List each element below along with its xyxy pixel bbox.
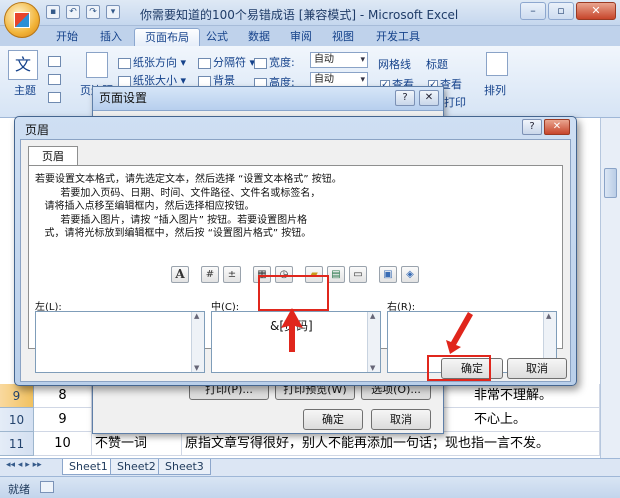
cell[interactable]: 不心上。 [474,408,600,432]
tab-view[interactable]: 视图 [322,28,364,46]
page-setup-cancel-button[interactable]: 取消 [371,409,431,430]
theme-fonts-icon[interactable] [48,72,63,85]
status-ready: 就绪 [8,483,30,496]
cell[interactable]: 8 [34,384,92,408]
customize-qat-icon[interactable]: ▾ [106,5,120,19]
breaks-button[interactable]: 分隔符 ▾ [198,54,255,70]
sheet-tab-1[interactable]: Sheet1 [62,459,115,475]
annotation-box-ok [427,355,491,381]
header-help-button[interactable]: ? [522,119,542,135]
margins-icon[interactable] [86,52,108,78]
header-cancel-button[interactable]: 取消 [507,358,567,379]
theme-effects-icon[interactable] [48,90,63,103]
tab-header[interactable]: 页眉 [28,146,78,166]
window-controls: – ▫ ✕ [520,2,616,20]
themes-label[interactable]: 主题 [14,82,36,98]
row-header[interactable]: 11 [0,432,34,456]
row-header[interactable]: 9 [0,384,34,408]
breaks-icon [198,57,211,69]
sheet-nav-icon[interactable]: ◂◂ ◂ ▸ ▸▸ [6,460,42,470]
arrange-icon[interactable] [486,52,508,76]
redo-icon[interactable]: ↷ [86,5,100,19]
vertical-scrollbar[interactable] [600,118,620,458]
window-title: 你需要知道的100个易错成语 [兼容模式] - Microsoft Excel [140,8,459,22]
format-picture-icon[interactable]: ◈ [401,266,419,283]
office-button[interactable] [4,2,40,38]
cell[interactable]: 非常不理解。 [474,384,600,408]
macro-record-icon[interactable] [40,481,54,493]
page-count-icon[interactable]: ± [223,266,241,283]
scrollbar-thumb[interactable] [604,168,617,198]
tab-data[interactable]: 数据 [238,28,280,46]
quick-access-toolbar: ▪ ↶ ↷ ▾ [46,5,120,19]
size-icon [118,75,131,87]
instructions-text: 若要设置文本格式，请先选定文本，然后选择 “设置文本格式” 按钮。 若要加入页码… [35,174,342,239]
center-section-scrollbar[interactable] [367,312,380,372]
width-icon [254,57,267,69]
sheet-name-icon[interactable]: ▭ [349,266,367,283]
tab-home[interactable]: 开始 [46,28,88,46]
cell[interactable]: 不赞一词 [92,432,182,456]
close-button[interactable]: ✕ [576,2,616,20]
page-setup-ok-button[interactable]: 确定 [303,409,363,430]
theme-colors-icon[interactable] [48,54,63,67]
annotation-arrow-up-icon [281,308,303,352]
save-icon[interactable]: ▪ [46,5,60,19]
minimize-button[interactable]: – [520,2,546,20]
left-section-input[interactable] [35,311,205,373]
office-logo-icon [14,12,30,28]
page-number-icon[interactable]: # [201,266,219,283]
status-bar: 就绪 [0,476,620,498]
cell[interactable]: 9 [34,408,92,432]
orientation-icon [118,57,131,69]
tab-formulas[interactable]: 公式 [196,28,238,46]
cell[interactable]: 原指文章写得很好，别人不能再添加一句话；现也指一言不发。 [182,432,600,456]
annotation-arrow-ok-icon [446,312,473,354]
row-header[interactable]: 10 [0,408,34,432]
restore-button[interactable]: ▫ [548,2,574,20]
width-dropdown[interactable]: 自动 [310,52,368,68]
sheet-tab-bar: ◂◂ ◂ ▸ ▸▸ Sheet1 Sheet2 Sheet3 [0,458,620,476]
undo-icon[interactable]: ↶ [66,5,80,19]
page-setup-help-button[interactable]: ? [395,90,415,106]
header-dialog-title: 页眉 [25,123,50,137]
tab-insert[interactable]: 插入 [90,28,132,46]
table-row: 10 不赞一词 原指文章写得很好，别人不能再添加一句话；现也指一言不发。 [34,432,600,456]
background-icon [198,75,211,87]
insert-picture-icon[interactable]: ▣ [379,266,397,283]
page-setup-title: 页面设置 [93,87,443,111]
file-name-icon[interactable]: ▤ [327,266,345,283]
left-section-scrollbar[interactable] [191,312,204,372]
tab-developer[interactable]: 开发工具 [366,28,430,46]
tab-review[interactable]: 审阅 [280,28,322,46]
width-label: 宽度: [254,54,295,70]
gridlines-label: 网格线 [378,58,411,71]
page-setup-close-button[interactable]: ✕ [419,90,439,106]
cell[interactable]: 10 [34,432,92,456]
title-bar: ▪ ↶ ↷ ▾ 你需要知道的100个易错成语 [兼容模式] - Microsof… [0,0,620,26]
headings-label: 标题 [426,58,448,71]
tab-page-layout[interactable]: 页面布局 [134,28,200,46]
themes-icon[interactable]: 文 [8,50,38,80]
sheet-tab-2[interactable]: Sheet2 [110,459,163,475]
arrange-label[interactable]: 排列 [484,82,506,98]
headings-print-label[interactable]: 打印 [444,94,466,110]
ribbon-tabs: 开始 插入 页面布局 公式 数据 审阅 视图 开发工具 [0,26,620,46]
header-close-button[interactable]: ✕ [544,119,570,135]
orientation-button[interactable]: 纸张方向 ▾ [118,54,186,70]
sheet-tab-3[interactable]: Sheet3 [158,459,211,475]
format-text-icon[interactable]: A [171,266,189,283]
